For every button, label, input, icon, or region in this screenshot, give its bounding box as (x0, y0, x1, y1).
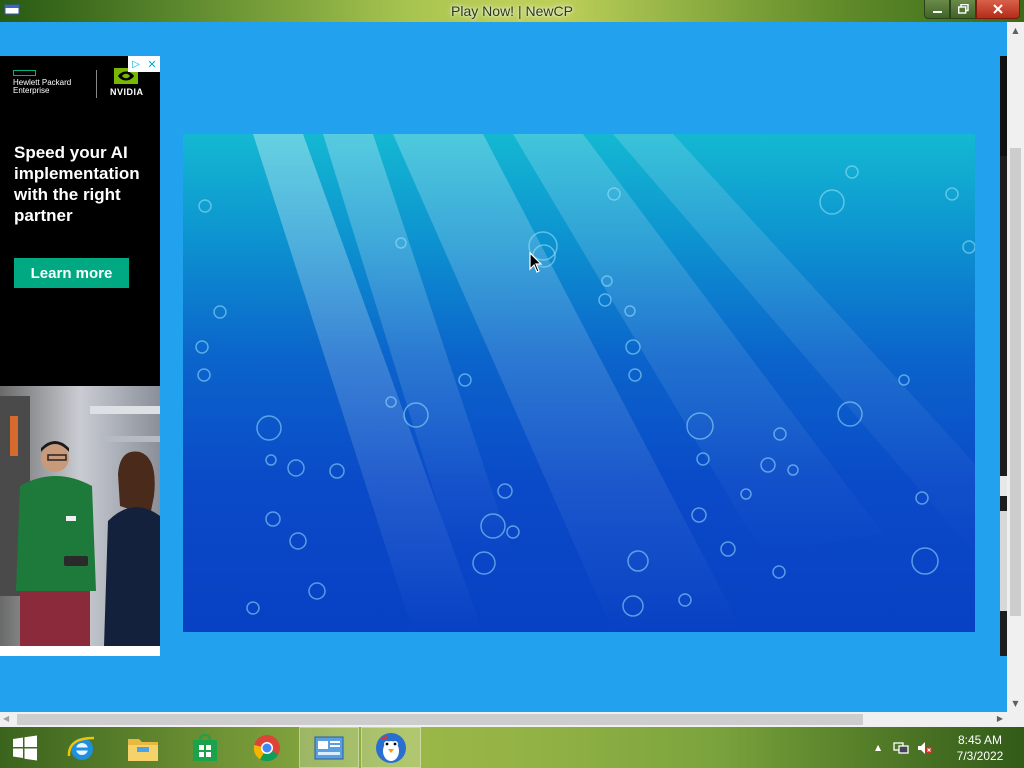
control-panel-icon (314, 736, 344, 759)
adchoices-bar[interactable]: ▷ ✕ (128, 56, 160, 72)
taskbar-newcp-app[interactable] (361, 727, 421, 768)
clock-date: 7/3/2022 (956, 749, 1004, 763)
bubble (962, 240, 975, 254)
minimize-button[interactable] (924, 0, 950, 19)
bubble (945, 187, 959, 201)
store-icon (193, 733, 217, 761)
bubble (898, 374, 910, 386)
hpe-logo-text: Hewlett Packard Enterprise (13, 78, 72, 95)
taskbar: ▲ 8:45 AM 7/3/2022 (0, 727, 1024, 768)
minimize-icon (932, 10, 942, 13)
right-edge-panel (1000, 56, 1007, 656)
horizontal-scrollbar[interactable]: ◀ ▶ (0, 712, 1007, 727)
bubble (308, 582, 326, 600)
windows-logo-icon (13, 735, 37, 760)
ad-bottom-border (0, 646, 160, 656)
underwater-background (195, 134, 975, 632)
ad-close-icon[interactable]: ✕ (144, 56, 160, 72)
scrollbar-corner (1007, 712, 1024, 727)
close-button[interactable] (976, 0, 1020, 19)
bubble (911, 547, 939, 575)
nvidia-logo-text: NVIDIA (110, 87, 144, 97)
start-button[interactable] (0, 727, 50, 768)
chrome-icon (253, 734, 280, 761)
scroll-left-icon[interactable]: ◀ (3, 714, 9, 723)
hpe-logo-icon (13, 70, 36, 76)
bubble (915, 491, 929, 505)
bubble (691, 507, 707, 523)
bubble (506, 525, 520, 539)
bubble (213, 305, 227, 319)
scroll-down-icon[interactable]: ▼ (1007, 699, 1024, 708)
bubble (289, 532, 307, 550)
bubble (819, 189, 845, 215)
bubble (598, 293, 612, 307)
taskbar-clock[interactable]: 8:45 AM 7/3/2022 (946, 732, 1014, 764)
logo-divider (96, 70, 97, 98)
ad-headline: Speed your AI implementation with the ri… (14, 143, 140, 225)
bubble (329, 463, 345, 479)
bubble (628, 368, 642, 382)
bubble (772, 565, 786, 579)
bubble (472, 551, 496, 575)
scroll-right-icon[interactable]: ▶ (997, 714, 1003, 723)
window-title-bar[interactable]: Play Now! | NewCP (0, 0, 1024, 22)
bubble (720, 541, 736, 557)
bubble (256, 415, 282, 441)
vertical-scroll-thumb[interactable] (1010, 148, 1021, 616)
folder-icon (128, 738, 158, 761)
taskbar-google-chrome[interactable] (237, 727, 297, 768)
taskbar-file-explorer[interactable] (113, 727, 173, 768)
bubble (625, 339, 641, 355)
bubble (458, 373, 472, 387)
bubble (265, 511, 281, 527)
advertisement-banner[interactable]: Hewlett Packard Enterprise NVIDIA ▷ ✕ Sp… (0, 56, 160, 656)
bubble (246, 601, 260, 615)
clock-time: 8:45 AM (957, 733, 1003, 747)
bubble (195, 340, 209, 354)
bubble (197, 368, 211, 382)
bubble (287, 459, 305, 477)
penguin-icon (376, 732, 406, 763)
window-title: Play Now! | NewCP (451, 3, 573, 19)
vertical-scrollbar[interactable]: ▲ ▼ (1007, 22, 1024, 712)
show-hidden-icons-icon[interactable]: ▲ (875, 743, 881, 752)
network-icon[interactable] (893, 741, 909, 755)
restore-icon (957, 4, 969, 14)
mouse-cursor-icon (529, 252, 543, 273)
ie-icon (67, 736, 95, 760)
bubble (265, 454, 277, 466)
horizontal-scroll-thumb[interactable] (17, 714, 863, 725)
adchoices-icon[interactable]: ▷ (128, 56, 144, 72)
taskbar-internet-explorer[interactable] (52, 727, 112, 768)
ad-photo-people (0, 356, 160, 646)
restore-button[interactable] (950, 0, 976, 19)
system-tray: ▲ (875, 727, 933, 768)
taskbar-control-panel[interactable] (299, 727, 359, 768)
taskbar-windows-store[interactable] (175, 727, 235, 768)
bubble (497, 483, 513, 499)
bubble (198, 199, 212, 213)
bubble (845, 165, 859, 179)
volume-muted-icon[interactable] (917, 741, 933, 755)
close-icon (993, 4, 1003, 14)
ad-brand-logos: Hewlett Packard Enterprise NVIDIA (12, 68, 152, 100)
learn-more-button[interactable]: Learn more (14, 258, 129, 288)
game-canvas[interactable] (183, 134, 975, 632)
scroll-up-icon[interactable]: ▲ (1007, 26, 1024, 35)
